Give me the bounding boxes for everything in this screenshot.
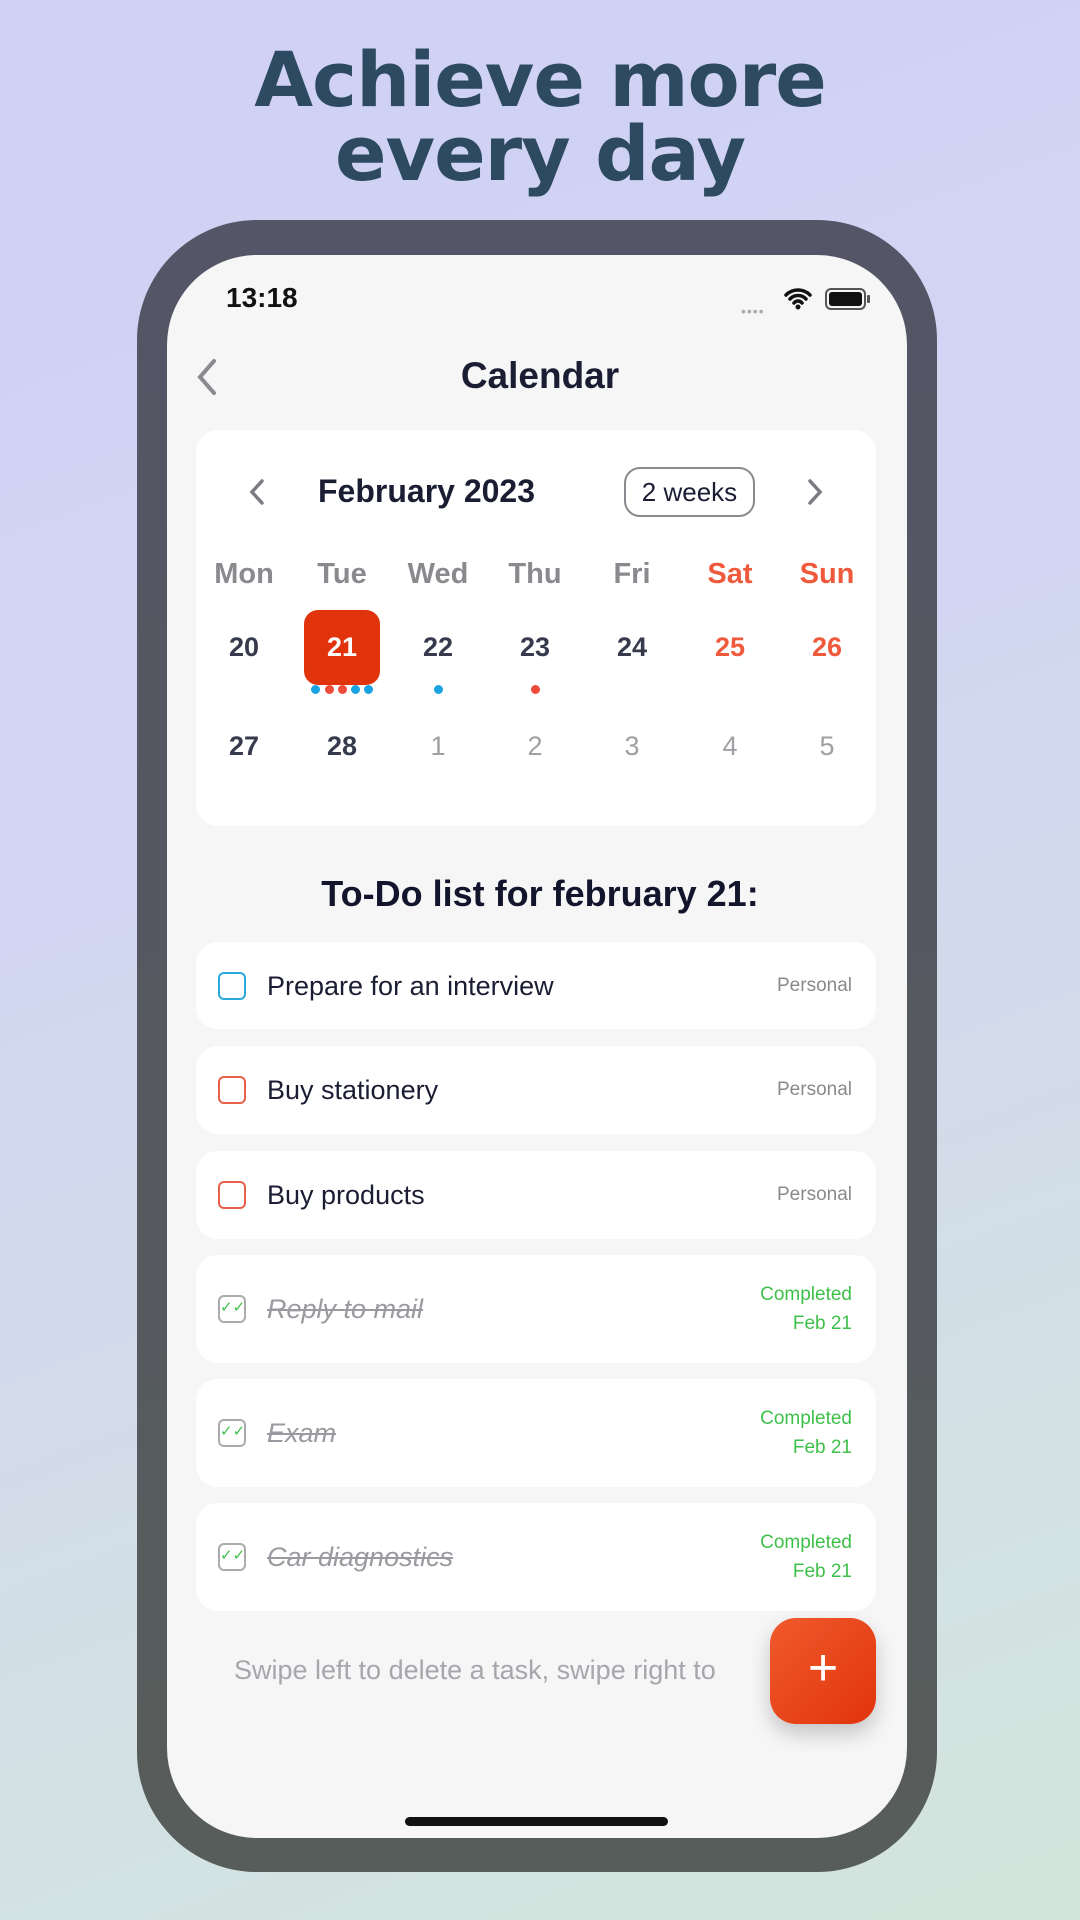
- signal-icon: ••••: [741, 303, 765, 319]
- day-cell[interactable]: 28: [297, 731, 387, 762]
- day-cell[interactable]: 26: [782, 632, 872, 663]
- task-date: Feb 21: [792, 1313, 852, 1334]
- task-tag: Personal: [777, 1079, 852, 1100]
- task-item-completed[interactable]: ✓✓ Exam Completed Feb 21: [196, 1379, 876, 1487]
- task-date: Feb 21: [792, 1561, 852, 1582]
- day-cell[interactable]: 25: [685, 632, 775, 663]
- task-item[interactable]: Buy products Personal: [196, 1151, 876, 1239]
- day-cell[interactable]: 24: [587, 632, 677, 663]
- weekday-thu: Thu: [508, 558, 562, 590]
- checkbox[interactable]: [218, 972, 246, 1000]
- task-status: Completed: [760, 1284, 852, 1305]
- day-cell[interactable]: 27: [199, 731, 289, 762]
- day-cell[interactable]: 22: [393, 632, 483, 663]
- month-label: February 2023: [318, 473, 536, 509]
- day-cell[interactable]: 4: [685, 731, 775, 762]
- day-cell-selected[interactable]: 21: [297, 632, 387, 663]
- task-item-completed[interactable]: ✓✓ Reply to mail Completed Feb 21: [196, 1255, 876, 1363]
- event-dot: [325, 685, 334, 694]
- task-item-completed[interactable]: ✓✓ Car diagnostics Completed Feb 21: [196, 1503, 876, 1611]
- task-tag: Personal: [777, 975, 852, 996]
- home-indicator: [405, 1817, 668, 1826]
- weekday-wed: Wed: [407, 558, 469, 590]
- page-title: Calendar: [460, 355, 620, 396]
- wifi-icon: [784, 288, 812, 310]
- checkbox[interactable]: [218, 1076, 246, 1104]
- task-status: Completed: [760, 1532, 852, 1553]
- day-cell[interactable]: 5: [782, 731, 872, 762]
- task-date: Feb 21: [792, 1437, 852, 1458]
- swipe-hint: Swipe left to delete a task, swipe right…: [234, 1655, 716, 1685]
- headline-line-2: every day: [334, 109, 746, 198]
- weekday-mon: Mon: [214, 558, 274, 590]
- todo-heading: To-Do list for february 21:: [321, 873, 759, 914]
- task-title: Reply to mail: [267, 1294, 424, 1324]
- event-dot: [531, 685, 540, 694]
- weekday-sun: Sun: [799, 558, 855, 590]
- weekday-tue: Tue: [317, 558, 367, 590]
- event-dot: [311, 685, 320, 694]
- event-dot: [351, 685, 360, 694]
- battery-icon: [825, 288, 870, 310]
- task-item[interactable]: Buy stationery Personal: [196, 1046, 876, 1134]
- day-cell[interactable]: 3: [587, 731, 677, 762]
- task-title: Buy products: [267, 1180, 425, 1210]
- range-toggle-button[interactable]: 2 weeks: [624, 467, 755, 517]
- day-cell[interactable]: 23: [490, 632, 580, 663]
- day-cell[interactable]: 20: [199, 632, 289, 663]
- calendar-card: [196, 430, 876, 826]
- status-time: 13:18: [226, 282, 298, 313]
- task-title: Exam: [267, 1418, 337, 1448]
- task-tag: Personal: [777, 1184, 852, 1205]
- double-check-icon[interactable]: ✓✓: [218, 1295, 246, 1323]
- day-cell[interactable]: 2: [490, 731, 580, 762]
- event-dot: [364, 685, 373, 694]
- checkbox[interactable]: [218, 1181, 246, 1209]
- task-item[interactable]: Prepare for an interview Personal: [196, 942, 876, 1029]
- task-title: Prepare for an interview: [267, 971, 554, 1001]
- double-check-icon[interactable]: ✓✓: [218, 1419, 246, 1447]
- next-month-icon[interactable]: [806, 478, 824, 506]
- task-title: Car diagnostics: [267, 1542, 454, 1572]
- prev-month-icon[interactable]: [248, 478, 266, 506]
- weekday-fri: Fri: [613, 558, 651, 590]
- add-task-button[interactable]: +: [770, 1618, 876, 1724]
- event-dot: [338, 685, 347, 694]
- weekday-sat: Sat: [707, 558, 753, 590]
- event-dot: [434, 685, 443, 694]
- day-cell[interactable]: 1: [393, 731, 483, 762]
- task-status: Completed: [760, 1408, 852, 1429]
- task-title: Buy stationery: [267, 1075, 439, 1105]
- double-check-icon[interactable]: ✓✓: [218, 1543, 246, 1571]
